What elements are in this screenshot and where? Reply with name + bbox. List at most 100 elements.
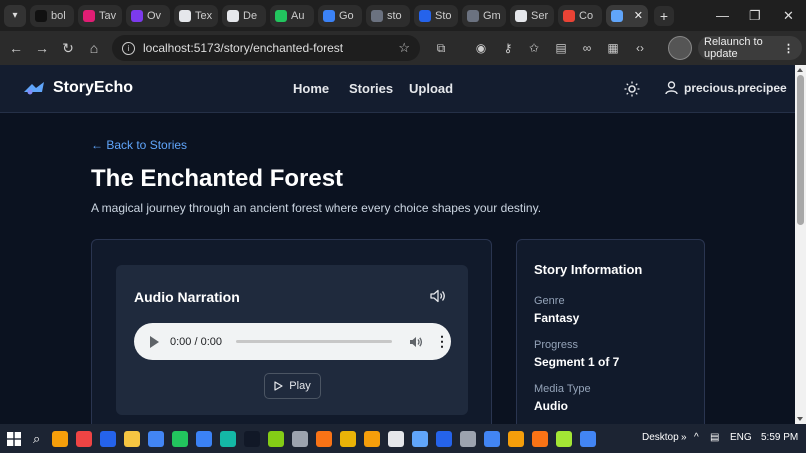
taskbar-app-icon[interactable] xyxy=(436,430,453,447)
incognito-icon[interactable]: ◉ xyxy=(472,39,490,57)
taskbar-app-icon[interactable] xyxy=(532,430,549,447)
media-type-value: Audio xyxy=(534,399,568,413)
browser-toolbar: ← → ↻ ⌂ i localhost:5173/story/enchanted… xyxy=(0,31,806,65)
taskbar-app-icon[interactable] xyxy=(124,430,141,447)
chevron-icon[interactable]: » xyxy=(681,432,687,443)
taskbar-app-icon[interactable] xyxy=(412,430,429,447)
reload-icon[interactable]: ↻ xyxy=(55,35,81,61)
back-to-stories-link[interactable]: ← Back to Stories xyxy=(91,138,187,152)
menu-dots-icon[interactable]: ⋮ xyxy=(783,42,794,55)
taskbar-app-icon[interactable] xyxy=(196,430,213,447)
notification-icon[interactable]: ▤ xyxy=(710,432,719,443)
close-window-button[interactable]: ✕ xyxy=(783,0,794,31)
devtools-icon[interactable]: ‹› xyxy=(631,39,649,57)
url-text: localhost:5173/story/enchanted-forest xyxy=(143,41,344,55)
new-tab-button[interactable]: + xyxy=(654,5,674,26)
tab-favicon-icon xyxy=(467,9,479,22)
link-icon[interactable]: ∞ xyxy=(578,39,596,57)
taskbar-app-icon[interactable] xyxy=(460,430,477,447)
browser-tab[interactable]: Go xyxy=(318,4,362,27)
address-bar[interactable]: i localhost:5173/story/enchanted-forest … xyxy=(112,35,420,61)
player-play-icon[interactable] xyxy=(150,335,159,348)
browser-tab[interactable]: sto xyxy=(366,4,410,27)
media-type-label: Media Type xyxy=(534,383,591,395)
player-seek-bar[interactable] xyxy=(236,340,392,343)
desktop-label[interactable]: Desktop xyxy=(642,432,679,443)
taskbar-app-icon[interactable] xyxy=(484,430,501,447)
favorites-icon[interactable]: ✩ xyxy=(525,39,543,57)
nav-home[interactable]: Home xyxy=(293,81,329,96)
logo-icon xyxy=(24,82,44,95)
taskbar-app-icon[interactable] xyxy=(244,430,261,447)
theme-toggle-sun-icon[interactable] xyxy=(624,81,640,97)
forward-icon[interactable]: → xyxy=(29,35,55,61)
taskbar-app-icon[interactable] xyxy=(364,430,381,447)
tab-search-button[interactable]: ▾ xyxy=(4,4,26,27)
site-info-icon[interactable]: i xyxy=(122,41,135,55)
scroll-up-icon[interactable] xyxy=(797,68,803,72)
scroll-thumb[interactable] xyxy=(797,75,804,225)
browser-tab[interactable]: Tav xyxy=(78,4,122,27)
reading-mode-icon[interactable]: ▤ xyxy=(552,39,570,57)
taskbar-app-icon[interactable] xyxy=(316,430,333,447)
close-tab-icon[interactable]: ✕ xyxy=(634,9,643,22)
side-panel-icon[interactable]: ▦ xyxy=(604,39,622,57)
taskbar: ⌕ Desktop » ^ ▤ ENG 5:59 PM xyxy=(0,424,806,453)
browser-tab[interactable]: bol xyxy=(30,4,74,27)
taskbar-app-icon[interactable] xyxy=(52,430,69,447)
tab-favicon-icon xyxy=(323,9,335,22)
browser-tab-active[interactable]: ✕ xyxy=(606,4,648,27)
page-title: The Enchanted Forest xyxy=(91,165,344,192)
taskbar-app-icon[interactable] xyxy=(220,430,237,447)
browser-tab[interactable]: Ser xyxy=(510,4,554,27)
user-menu[interactable]: precious.precipee xyxy=(665,81,787,95)
taskbar-app-icon[interactable] xyxy=(580,430,597,447)
nav-stories[interactable]: Stories xyxy=(349,81,393,96)
taskbar-app-icon[interactable] xyxy=(100,430,117,447)
profile-avatar[interactable] xyxy=(668,36,692,60)
bookmark-star-icon[interactable]: ☆ xyxy=(398,40,410,56)
browser-tab[interactable]: Sto xyxy=(414,4,458,27)
back-icon[interactable]: ← xyxy=(3,35,29,61)
taskbar-app-icon[interactable] xyxy=(292,430,309,447)
taskbar-app-icon[interactable] xyxy=(76,430,93,447)
restore-button[interactable]: ❐ xyxy=(749,0,761,31)
tab-label: Sto xyxy=(435,9,452,22)
tab-label: bol xyxy=(51,9,66,22)
taskbar-app-icon[interactable] xyxy=(268,430,285,447)
media-card: Audio Narration 0:00 / 0:00 ⋮ Play xyxy=(91,239,492,424)
home-icon[interactable]: ⌂ xyxy=(81,35,107,61)
brand-link[interactable]: StoryEcho xyxy=(22,79,133,97)
search-icon[interactable]: ⌕ xyxy=(33,431,40,447)
extensions-icon[interactable]: ⧉ xyxy=(432,39,450,57)
player-options-icon[interactable]: ⋮ xyxy=(435,333,449,350)
clock[interactable]: 5:59 PM xyxy=(761,432,798,443)
taskbar-app-icon[interactable] xyxy=(508,430,525,447)
minimize-button[interactable]: — xyxy=(716,0,729,31)
browser-tab[interactable]: De xyxy=(222,4,266,27)
nav-upload[interactable]: Upload xyxy=(409,81,453,96)
scroll-down-icon[interactable] xyxy=(797,417,803,421)
password-icon[interactable]: ⚷ xyxy=(499,39,517,57)
page-scrollbar[interactable] xyxy=(795,65,806,424)
browser-tab[interactable]: Ov xyxy=(126,4,170,27)
player-mute-icon[interactable] xyxy=(409,336,423,348)
browser-tab[interactable]: Gm xyxy=(462,4,506,27)
language-indicator[interactable]: ENG xyxy=(730,432,752,443)
browser-tab[interactable]: Tex xyxy=(174,4,218,27)
relaunch-label: Relaunch to update xyxy=(704,36,763,60)
taskbar-app-icon[interactable] xyxy=(556,430,573,447)
tray-expand-icon[interactable]: ^ xyxy=(694,432,699,443)
taskbar-app-icon[interactable] xyxy=(148,430,165,447)
taskbar-app-icon[interactable] xyxy=(340,430,357,447)
audio-heading: Audio Narration xyxy=(134,289,240,305)
browser-tab[interactable]: Au xyxy=(270,4,314,27)
play-button[interactable]: Play xyxy=(264,373,321,399)
tab-favicon-icon xyxy=(131,9,143,22)
relaunch-button[interactable]: Relaunch to update ⋮ xyxy=(698,36,802,60)
taskbar-app-icon[interactable] xyxy=(172,430,189,447)
taskbar-app-icon[interactable] xyxy=(388,430,405,447)
windows-start-icon[interactable] xyxy=(7,431,21,446)
tab-favicon-icon xyxy=(35,9,47,22)
browser-tab[interactable]: Co xyxy=(558,4,602,27)
